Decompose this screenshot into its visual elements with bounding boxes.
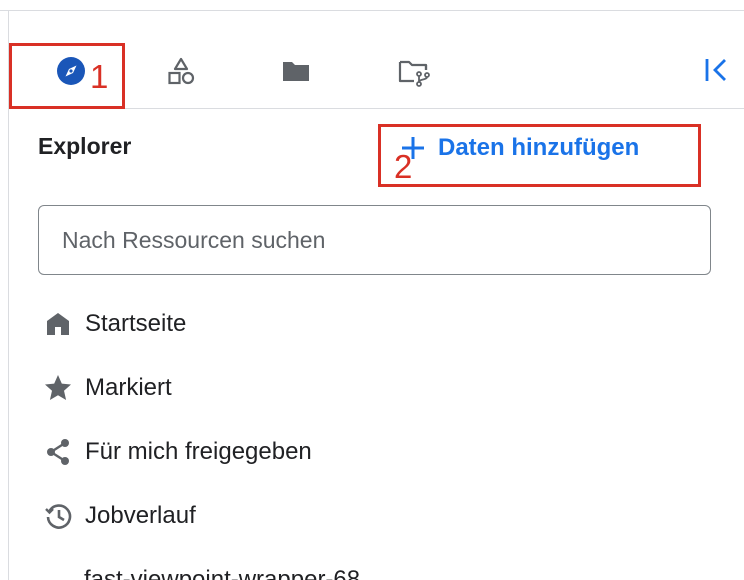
history-icon: [40, 498, 76, 534]
tab-files[interactable]: [266, 41, 326, 101]
explorer-title: Explorer: [38, 133, 132, 159]
nav-item-shared-with-me[interactable]: Für mich freigegeben: [40, 432, 312, 472]
callout-number-2: 2: [394, 148, 413, 185]
collapse-left-icon: [705, 59, 726, 81]
star-icon: [40, 370, 76, 406]
nav-item-label: Startseite: [85, 310, 187, 337]
callout-number-1: 1: [90, 58, 109, 95]
collapse-panel-button[interactable]: [689, 42, 744, 98]
folder-icon: [283, 62, 309, 81]
nav-item-starred[interactable]: Markiert: [40, 368, 172, 408]
callout-box-2: [378, 124, 701, 187]
nav-item-label: Für mich freigegeben: [85, 438, 312, 465]
shapes-icon: [168, 57, 195, 85]
folder-branch-icon: [398, 60, 430, 87]
nav-item-job-history[interactable]: Jobverlauf: [40, 496, 196, 536]
share-icon: [40, 434, 76, 470]
nav-item-label: Markiert: [85, 374, 172, 401]
search-input[interactable]: [62, 206, 710, 274]
home-icon: [40, 306, 76, 342]
nav-item-home[interactable]: Startseite: [40, 304, 186, 344]
list-item[interactable]: fast-viewpoint-wrapper-68: [84, 566, 360, 580]
nav-item-label: Jobverlauf: [85, 502, 196, 529]
tab-classic-explorer[interactable]: [151, 41, 211, 101]
resource-search-box[interactable]: [38, 205, 711, 275]
tab-repositories[interactable]: [384, 41, 444, 101]
